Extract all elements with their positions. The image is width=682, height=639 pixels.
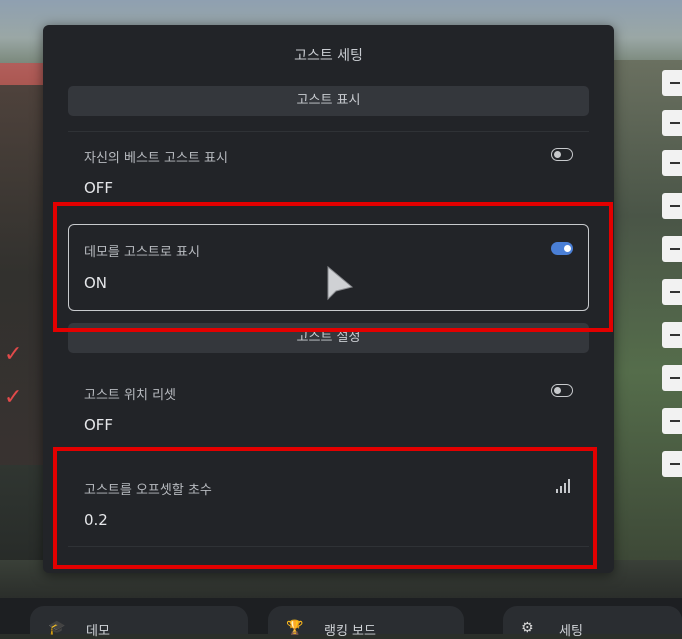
annotation-box bbox=[53, 447, 597, 569]
side-button[interactable] bbox=[662, 322, 682, 348]
dialog-title: 고스트 세팅 bbox=[294, 48, 363, 64]
toggle-switch[interactable] bbox=[551, 384, 573, 397]
setting-value: OFF bbox=[84, 179, 114, 197]
background-right-panel bbox=[610, 60, 682, 580]
setting-value: OFF bbox=[84, 416, 114, 434]
bottom-tab-settings[interactable]: ⚙ 세팅 bbox=[503, 606, 682, 639]
side-button[interactable] bbox=[662, 365, 682, 391]
side-button[interactable] bbox=[662, 236, 682, 262]
divider bbox=[68, 131, 589, 132]
setting-label: 자신의 베스트 고스트 표시 bbox=[84, 151, 228, 166]
checkmark-icon: ✓ bbox=[4, 385, 23, 410]
toggle-switch[interactable] bbox=[551, 148, 573, 161]
section-header-ghost-display: 고스트 표시 bbox=[68, 86, 589, 116]
side-button[interactable] bbox=[662, 451, 682, 477]
bottom-tab-demo[interactable]: 🎓 데모 bbox=[30, 606, 248, 639]
toggle-knob bbox=[554, 387, 561, 394]
side-button[interactable] bbox=[662, 279, 682, 305]
side-button[interactable] bbox=[662, 150, 682, 176]
mouse-cursor-icon bbox=[327, 265, 354, 301]
side-button[interactable] bbox=[662, 110, 682, 136]
side-button[interactable] bbox=[662, 70, 682, 96]
side-button[interactable] bbox=[662, 193, 682, 219]
checkmark-icon: ✓ bbox=[4, 342, 23, 367]
setting-label: 고스트 위치 리셋 bbox=[84, 388, 176, 403]
bottom-tab-ranking-board[interactable]: 🏆 랭킹 보드 bbox=[268, 606, 464, 639]
toggle-knob bbox=[554, 151, 561, 158]
side-button[interactable] bbox=[662, 408, 682, 434]
